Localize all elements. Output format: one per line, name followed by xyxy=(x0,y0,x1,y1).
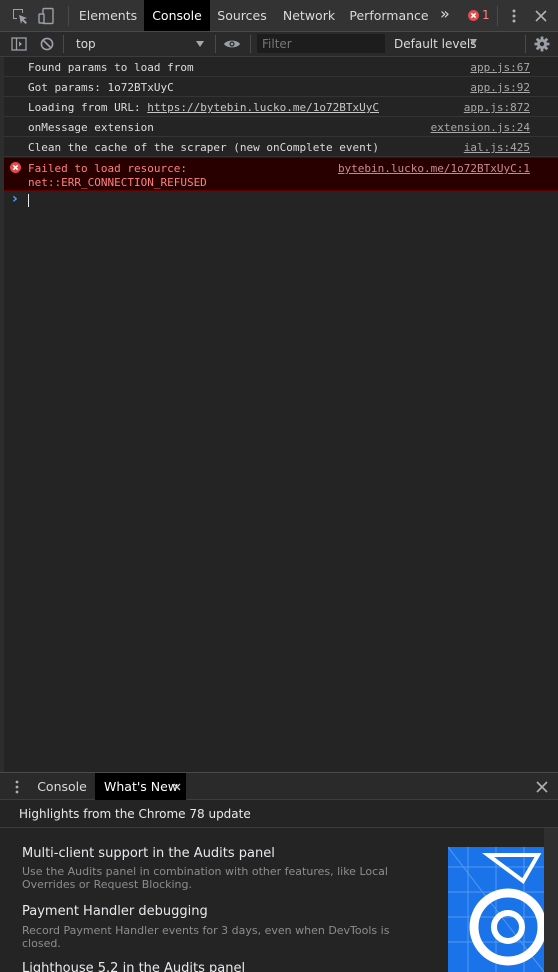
tab-network[interactable]: Network xyxy=(274,0,344,31)
error-source-link[interactable]: bytebin.lucko.me/1o72BTxUyC:1 xyxy=(338,162,530,175)
close-drawer-icon[interactable] xyxy=(536,781,548,793)
console-prompt[interactable]: › xyxy=(4,191,558,211)
whats-new-scrollbar[interactable] xyxy=(544,828,558,972)
toolbar-divider xyxy=(215,35,216,53)
error-circle-icon xyxy=(468,10,479,21)
whats-new-item-description: Use the Audits panel in combination with… xyxy=(22,865,388,891)
context-selector[interactable]: top xyxy=(70,32,210,56)
console-message-source-link[interactable]: ial.js:425 xyxy=(464,141,530,154)
whats-new-item-title[interactable]: Payment Handler debugging xyxy=(22,904,208,919)
console-message: Got params: 1o72BTxUyC app.js:92 xyxy=(4,77,558,97)
drawer-tab-bar: Console What's New xyxy=(0,772,558,800)
console-settings-gear-icon[interactable] xyxy=(534,36,550,52)
drawer-tab-whats-new[interactable]: What's New xyxy=(95,773,186,800)
device-toolbar-icon[interactable] xyxy=(37,7,55,25)
whats-new-item-description: Record Payment Handler events for 3 days… xyxy=(22,924,390,950)
whats-new-header-title: Highlights from the Chrome 78 update xyxy=(19,807,251,821)
console-message-source-link[interactable]: app.js:92 xyxy=(470,81,530,94)
console-toolbar: top Default levels xyxy=(0,32,558,57)
whats-new-content: Multi-client support in the Audits panel… xyxy=(0,828,544,972)
console-message-text: Got params: 1o72BTxUyC xyxy=(28,81,174,94)
toolbar-divider xyxy=(63,35,64,53)
drawer-menu-icon[interactable] xyxy=(14,780,20,794)
devtools-tab-bar: Elements Console Sources Network Perform… xyxy=(0,0,558,32)
error-counter[interactable]: 1 xyxy=(464,8,492,24)
tab-sources[interactable]: Sources xyxy=(210,0,274,31)
console-message: Clean the cache of the scraper (new onCo… xyxy=(4,137,558,157)
tab-performance[interactable]: Performance xyxy=(344,0,434,31)
context-label: top xyxy=(76,37,96,51)
console-message-source-link[interactable]: app.js:872 xyxy=(464,101,530,114)
console-message-text: onMessage extension xyxy=(28,121,154,134)
live-expression-eye-icon[interactable] xyxy=(223,38,241,50)
close-devtools-icon[interactable] xyxy=(535,10,547,22)
toolbar-divider xyxy=(497,6,498,26)
console-message-source-link[interactable]: extension.js:24 xyxy=(431,121,530,134)
console-message-text: Loading from URL: https://bytebin.lucko.… xyxy=(28,101,379,114)
inspect-element-icon[interactable] xyxy=(11,7,29,25)
console-message-url-link[interactable]: https://bytebin.lucko.me/1o72BTxUyC xyxy=(147,101,379,114)
tab-console[interactable]: Console xyxy=(144,0,210,31)
toolbar-divider xyxy=(250,35,251,53)
dropdown-arrow-icon xyxy=(196,41,204,47)
log-levels-dropdown[interactable]: Default levels xyxy=(390,32,490,56)
console-message-source-link[interactable]: app.js:67 xyxy=(470,61,530,74)
console-message: onMessage extension extension.js:24 xyxy=(4,117,558,137)
error-message-line2: net::ERR_CONNECTION_REFUSED xyxy=(28,176,207,189)
whats-new-item-title[interactable]: Multi-client support in the Audits panel xyxy=(22,846,275,861)
show-sidebar-icon[interactable] xyxy=(11,37,27,51)
close-tab-icon[interactable] xyxy=(173,783,181,791)
console-message: Found params to load from app.js:67 xyxy=(4,57,558,77)
console-message: Loading from URL: https://bytebin.lucko.… xyxy=(4,97,558,117)
whats-new-header: Highlights from the Chrome 78 update xyxy=(0,800,558,828)
tab-elements[interactable]: Elements xyxy=(72,0,144,31)
text-cursor xyxy=(28,194,29,207)
drawer-tab-console[interactable]: Console xyxy=(30,773,94,800)
toolbar-divider xyxy=(68,6,69,26)
drawer-tab-whats-new-label: What's New xyxy=(104,779,179,794)
filter-input[interactable] xyxy=(257,34,385,53)
chrome-update-illustration xyxy=(448,847,544,972)
log-levels-label: Default levels xyxy=(394,37,477,51)
error-count: 1 xyxy=(482,8,490,22)
console-error-message: Failed to load resource: net::ERR_CONNEC… xyxy=(4,157,558,191)
error-message-line1: Failed to load resource: xyxy=(28,162,187,175)
console-message-prefix: Loading from URL: xyxy=(28,101,148,114)
error-circle-icon xyxy=(10,162,21,173)
clear-console-icon[interactable] xyxy=(40,37,54,51)
console-message-text: Clean the cache of the scraper (new onCo… xyxy=(28,141,379,154)
whats-new-item-title[interactable]: Lighthouse 5.2 in the Audits panel xyxy=(22,961,245,972)
toolbar-divider xyxy=(525,35,526,53)
dropdown-arrow-icon xyxy=(470,39,477,45)
console-message-text: Found params to load from xyxy=(28,61,194,74)
more-tabs-button[interactable]: » xyxy=(440,4,450,23)
kebab-menu-icon[interactable] xyxy=(507,8,521,24)
prompt-chevron-icon: › xyxy=(12,191,18,207)
